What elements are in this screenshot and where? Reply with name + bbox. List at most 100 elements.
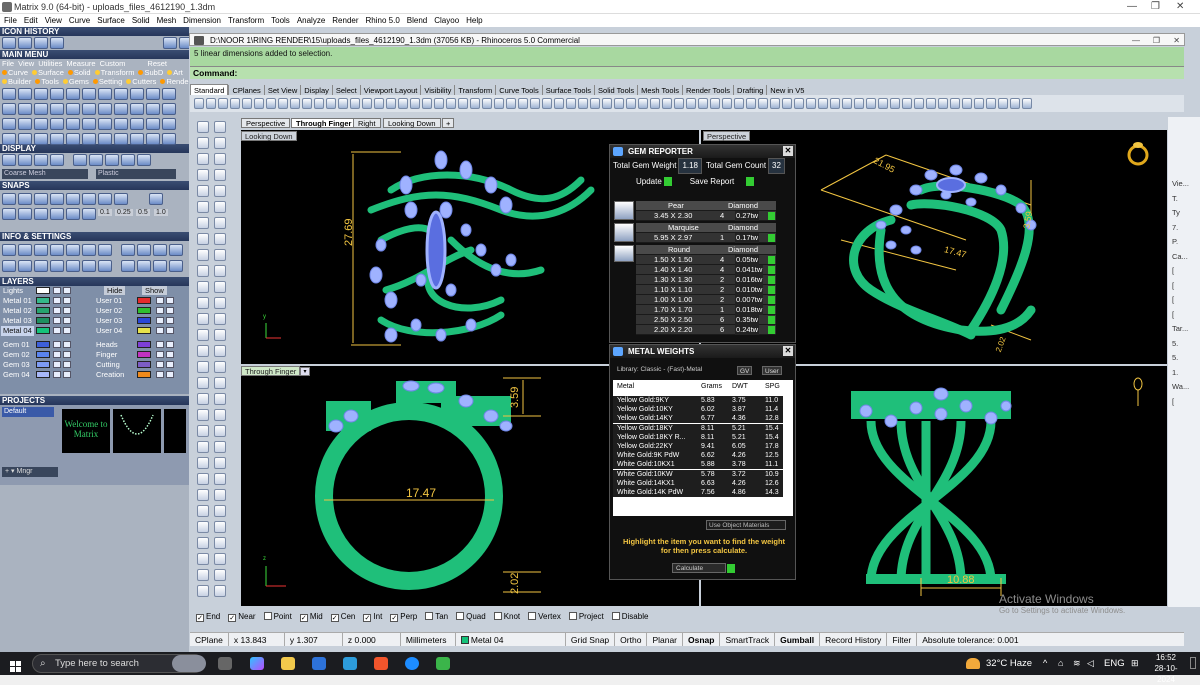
toolbar-tool-icon[interactable] (458, 98, 468, 109)
lock-icon[interactable] (53, 287, 61, 294)
tab-mesh-tools[interactable]: Mesh Tools (637, 85, 682, 95)
lock-icon[interactable] (53, 317, 61, 324)
volume-icon[interactable]: ◁ (1087, 652, 1094, 675)
history-forward-icon[interactable] (179, 37, 189, 49)
draw-tool-icon[interactable] (197, 361, 209, 373)
toolbar-tool-icon[interactable] (878, 98, 888, 109)
viewport-label-looking-down[interactable]: Looking Down (241, 131, 297, 141)
osnap-point[interactable]: Point (263, 610, 292, 624)
properties-item[interactable]: Ty (1172, 208, 1180, 217)
menu-edit[interactable]: Edit (20, 14, 41, 27)
info-icon[interactable] (50, 244, 64, 256)
snap-icon[interactable] (82, 193, 96, 205)
material-select[interactable]: Plastic (96, 169, 176, 179)
snap-icon[interactable] (18, 193, 32, 205)
lock-icon[interactable] (156, 297, 164, 304)
draw-tool-icon[interactable] (214, 425, 226, 437)
osnap-near[interactable]: ✓ Near (228, 610, 256, 624)
layer-color[interactable] (36, 317, 50, 324)
tool-icon[interactable] (2, 103, 16, 115)
tool-icon[interactable] (146, 133, 160, 145)
checkbox-icon[interactable] (493, 612, 502, 620)
info-icon[interactable] (169, 244, 183, 256)
viewport-tab-right[interactable]: Right (353, 118, 381, 128)
bulb-icon[interactable] (63, 351, 71, 358)
shaded-icon[interactable] (18, 154, 32, 166)
layer-row[interactable]: Lights Hide Show (0, 286, 189, 296)
snap-value[interactable]: 0.1 (98, 209, 112, 216)
draw-tool-icon[interactable] (214, 121, 226, 133)
metal-row[interactable]: Yellow Gold:18KY R... 8.11 5.21 15.4 (613, 432, 783, 442)
draw-tool-icon[interactable] (214, 169, 226, 181)
close-icon[interactable]: ✕ (1176, 0, 1184, 14)
draw-tool-icon[interactable] (197, 281, 209, 293)
draw-tool-icon[interactable] (214, 521, 226, 533)
gem-row[interactable]: 5.95 X 2.97 1 0.17tw (636, 233, 776, 243)
draw-tool-icon[interactable] (197, 585, 209, 597)
properties-item[interactable]: 1. (1172, 368, 1178, 377)
draw-tool-icon[interactable] (197, 457, 209, 469)
draw-tool-icon[interactable] (214, 233, 226, 245)
planar-toggle[interactable]: Planar (647, 633, 684, 646)
properties-item[interactable]: Wa... (1172, 382, 1189, 391)
draw-tool-icon[interactable] (214, 553, 226, 565)
draw-tool-icon[interactable] (197, 153, 209, 165)
material-icon[interactable] (105, 154, 119, 166)
draw-tool-icon[interactable] (197, 169, 209, 181)
tool-icon[interactable] (98, 103, 112, 115)
info-icon[interactable] (18, 260, 32, 272)
toolbar-tool-icon[interactable] (782, 98, 792, 109)
toolbar-tool-icon[interactable] (266, 98, 276, 109)
tool-icon[interactable] (66, 133, 80, 145)
viewport-tab-through-finger[interactable]: Through Finger (291, 118, 357, 128)
tool-icon[interactable] (114, 133, 128, 145)
info-icon[interactable] (82, 244, 96, 256)
bulb-icon[interactable] (63, 287, 71, 294)
play-icon[interactable] (768, 212, 775, 220)
tool-icon[interactable] (50, 118, 64, 130)
tool-icon[interactable] (82, 118, 96, 130)
checkbox-icon[interactable]: ✓ (390, 614, 399, 622)
menu-view-link[interactable]: View (18, 59, 34, 68)
draw-tool-icon[interactable] (197, 505, 209, 517)
draw-tool-icon[interactable] (197, 249, 209, 261)
info-icon[interactable] (2, 260, 16, 272)
tab-cplanes[interactable]: CPlanes (228, 85, 263, 95)
tool-icon[interactable] (114, 103, 128, 115)
toolbar-tool-icon[interactable] (998, 98, 1008, 109)
menu-solid-link[interactable]: Solid (74, 68, 91, 77)
lock-icon[interactable] (156, 371, 164, 378)
tool-icon[interactable] (18, 103, 32, 115)
gem-row[interactable]: 1.50 X 1.50 4 0.05tw (636, 255, 776, 265)
add-viewport-tab-icon[interactable]: + (442, 118, 455, 128)
toolbar-tool-icon[interactable] (518, 98, 528, 109)
info-icon[interactable] (34, 244, 48, 256)
tool-icon[interactable] (98, 88, 112, 100)
draw-tool-icon[interactable] (197, 393, 209, 405)
use-object-materials-button[interactable]: Use Object Materials (706, 520, 786, 530)
file-explorer-icon[interactable] (281, 657, 295, 670)
toolbar-tool-icon[interactable] (194, 98, 204, 109)
toolbar-tool-icon[interactable] (950, 98, 960, 109)
metal-row[interactable]: Yellow Gold:14KY 6.77 4.36 12.8 (613, 414, 783, 424)
matrix-app-icon[interactable] (436, 657, 450, 670)
properties-item[interactable]: 7. (1172, 223, 1178, 232)
toolbar-tool-icon[interactable] (830, 98, 840, 109)
calculate-button[interactable]: Calculate (672, 563, 726, 573)
menu-analyze[interactable]: Analyze (293, 14, 328, 27)
snap-icon[interactable] (50, 193, 64, 205)
tray-chevron-icon[interactable]: ^ (1043, 652, 1047, 675)
tool-icon[interactable] (2, 88, 16, 100)
toolbar-tool-icon[interactable] (902, 98, 912, 109)
toolbar-tool-icon[interactable] (806, 98, 816, 109)
menu-mesh[interactable]: Mesh (153, 14, 180, 27)
menu-transform[interactable]: Transform (224, 14, 267, 27)
tool-icon[interactable] (82, 133, 96, 145)
play-icon[interactable] (768, 276, 775, 284)
record-history-toggle[interactable]: Record History (820, 633, 888, 646)
draw-tool-icon[interactable] (214, 201, 226, 213)
info-icon[interactable] (82, 260, 96, 272)
draw-tool-icon[interactable] (197, 409, 209, 421)
draw-tool-icon[interactable] (214, 329, 226, 341)
toolbar-tool-icon[interactable] (722, 98, 732, 109)
